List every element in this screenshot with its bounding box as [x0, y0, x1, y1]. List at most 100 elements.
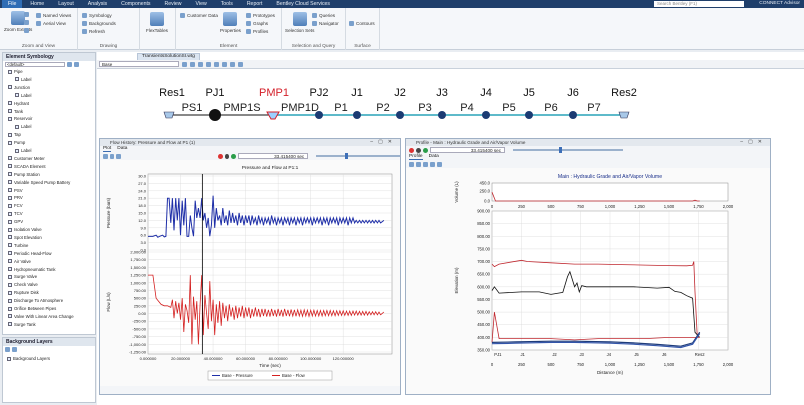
pan-button[interactable]: [24, 28, 29, 33]
symbology-checkbox[interactable]: [8, 274, 12, 279]
refresh-button[interactable]: Refresh: [82, 29, 105, 34]
named-views-button[interactable]: Named Views: [36, 13, 71, 18]
symbology-item[interactable]: Hydropneumatic Tank: [8, 267, 55, 272]
tab-profile[interactable]: Profile: [409, 154, 423, 160]
zoom-out-small-icon[interactable]: [214, 61, 219, 67]
symbology-checkbox[interactable]: [8, 164, 12, 169]
symbology-item[interactable]: Label: [15, 148, 32, 153]
customer-data-button[interactable]: Customer Data: [180, 13, 218, 18]
symbology-checkbox[interactable]: [8, 203, 12, 208]
symbology-checkbox[interactable]: [8, 188, 12, 192]
junction-node[interactable]: [438, 111, 446, 119]
symbology-item[interactable]: Label: [15, 77, 32, 82]
symbology-item[interactable]: Discharge To Atmosphere: [8, 298, 63, 303]
symbology-checkbox[interactable]: [8, 259, 12, 264]
symbology-checkbox[interactable]: [8, 298, 12, 303]
chart-options-icon[interactable]: [103, 153, 108, 159]
time-input[interactable]: 33.415400 sec: [238, 153, 309, 159]
zoom-previous-icon[interactable]: [222, 61, 227, 67]
junction-node[interactable]: [482, 111, 490, 119]
pause-icon[interactable]: [416, 147, 421, 153]
symbology-item[interactable]: TCV: [8, 211, 23, 216]
zoom-icon[interactable]: [430, 161, 435, 167]
symbology-checkbox[interactable]: [15, 124, 19, 129]
stop-icon[interactable]: [218, 153, 223, 159]
scenario-select[interactable]: Base: [99, 61, 179, 67]
tab-plot[interactable]: Plot: [103, 146, 112, 152]
symbology-checkbox[interactable]: [8, 156, 12, 161]
symbology-checkbox[interactable]: [15, 148, 19, 153]
navigator-button[interactable]: Navigator: [312, 21, 339, 26]
symbology-item[interactable]: Pump Station: [8, 172, 40, 177]
menu-components[interactable]: Components: [115, 0, 156, 8]
symbology-checkbox[interactable]: [8, 243, 12, 248]
play-icon[interactable]: [231, 153, 237, 159]
select-icon[interactable]: [182, 61, 187, 67]
network-drawing[interactable]: Res1 PJ1 PMP1 PJ2 J1 J2 J3 J4 J5 J6 Res2 PS1 PMP1S PM…: [97, 70, 804, 132]
print-icon[interactable]: [423, 161, 428, 167]
zoom-out-icon[interactable]: [437, 161, 442, 167]
symbology-checkbox[interactable]: [8, 219, 12, 224]
symbology-checkbox[interactable]: [8, 322, 12, 327]
menu-layout[interactable]: Layout: [52, 0, 80, 8]
symbology-item[interactable]: Pump: [8, 140, 25, 145]
symbology-button[interactable]: Symbology: [82, 13, 112, 18]
symbology-item[interactable]: SCADA Element: [8, 164, 46, 169]
symbology-checkbox[interactable]: [8, 172, 12, 177]
window-controls[interactable]: –▢✕: [370, 139, 397, 146]
symbology-checkbox[interactable]: [8, 267, 12, 271]
symbology-item[interactable]: Customer Meter: [8, 156, 45, 161]
symbology-item[interactable]: Label: [15, 124, 32, 129]
menu-bentley-cloud[interactable]: Bentley Cloud Services: [270, 0, 336, 8]
user-account[interactable]: CONNECT Advisor: [759, 0, 800, 8]
symbology-item[interactable]: Orifice Between Pipes: [8, 306, 56, 311]
settings-icon[interactable]: [74, 62, 79, 67]
symbology-selector[interactable]: <default>: [5, 62, 65, 67]
time-slider-knob[interactable]: [344, 153, 348, 159]
menu-analysis[interactable]: Analysis: [82, 0, 113, 8]
junction-node[interactable]: [525, 111, 533, 119]
menu-view[interactable]: View: [190, 0, 213, 8]
symbology-checkbox[interactable]: [8, 306, 12, 311]
layer-checkbox[interactable]: [7, 356, 11, 361]
queries-button[interactable]: Queries: [312, 13, 335, 18]
junction-node[interactable]: [396, 111, 404, 119]
symbology-item[interactable]: Surge Valve: [8, 274, 37, 279]
add-layer-icon[interactable]: [5, 347, 10, 352]
symbology-checkbox[interactable]: [8, 116, 12, 121]
symbology-checkbox[interactable]: [8, 290, 12, 295]
time-slider-knob[interactable]: [559, 147, 562, 153]
symbology-checkbox[interactable]: [8, 282, 12, 287]
flextables-button[interactable]: FlexTables: [146, 12, 168, 33]
zoom-next-icon[interactable]: [230, 61, 235, 67]
prototypes-button[interactable]: Prototypes: [246, 13, 275, 18]
symbology-item[interactable]: Valve With Linear Area Change: [8, 314, 74, 319]
symbology-checkbox[interactable]: [8, 101, 12, 106]
menu-report[interactable]: Report: [241, 0, 269, 8]
tab-data[interactable]: Data: [429, 154, 439, 160]
symbology-item[interactable]: Air Valve: [8, 259, 31, 264]
symbology-item[interactable]: Reservoir: [8, 116, 32, 121]
zoom-in-small-icon[interactable]: [206, 61, 211, 67]
junction-node[interactable]: [315, 111, 323, 119]
profiles-button[interactable]: Profiles: [246, 29, 268, 34]
symbology-item[interactable]: FCV: [8, 203, 23, 208]
time-slider[interactable]: [316, 153, 401, 159]
symbology-item[interactable]: Turbine: [8, 243, 28, 248]
aerial-view-button[interactable]: Aerial View: [36, 21, 66, 26]
contours-button[interactable]: Contours: [349, 21, 375, 26]
drawing-workspace[interactable]: TransientsSolutionSI.wtg Base Res1 PJ1 PMP…: [97, 52, 804, 405]
add-icon[interactable]: [67, 62, 72, 67]
symbology-item[interactable]: Hydrant: [8, 101, 29, 106]
junction-node-pj1[interactable]: [209, 109, 221, 121]
tab-data[interactable]: Data: [117, 146, 127, 152]
menu-review[interactable]: Review: [159, 0, 188, 8]
symbology-checkbox[interactable]: [8, 211, 12, 216]
symbology-item[interactable]: GPV: [8, 219, 23, 224]
junction-node[interactable]: [353, 111, 361, 119]
zoom-window-icon[interactable]: [198, 61, 203, 67]
symbology-item[interactable]: PSV: [8, 188, 23, 193]
zoom-out-button[interactable]: [24, 20, 29, 25]
copy-icon[interactable]: [416, 161, 421, 167]
chart-options-icon[interactable]: [409, 161, 414, 167]
